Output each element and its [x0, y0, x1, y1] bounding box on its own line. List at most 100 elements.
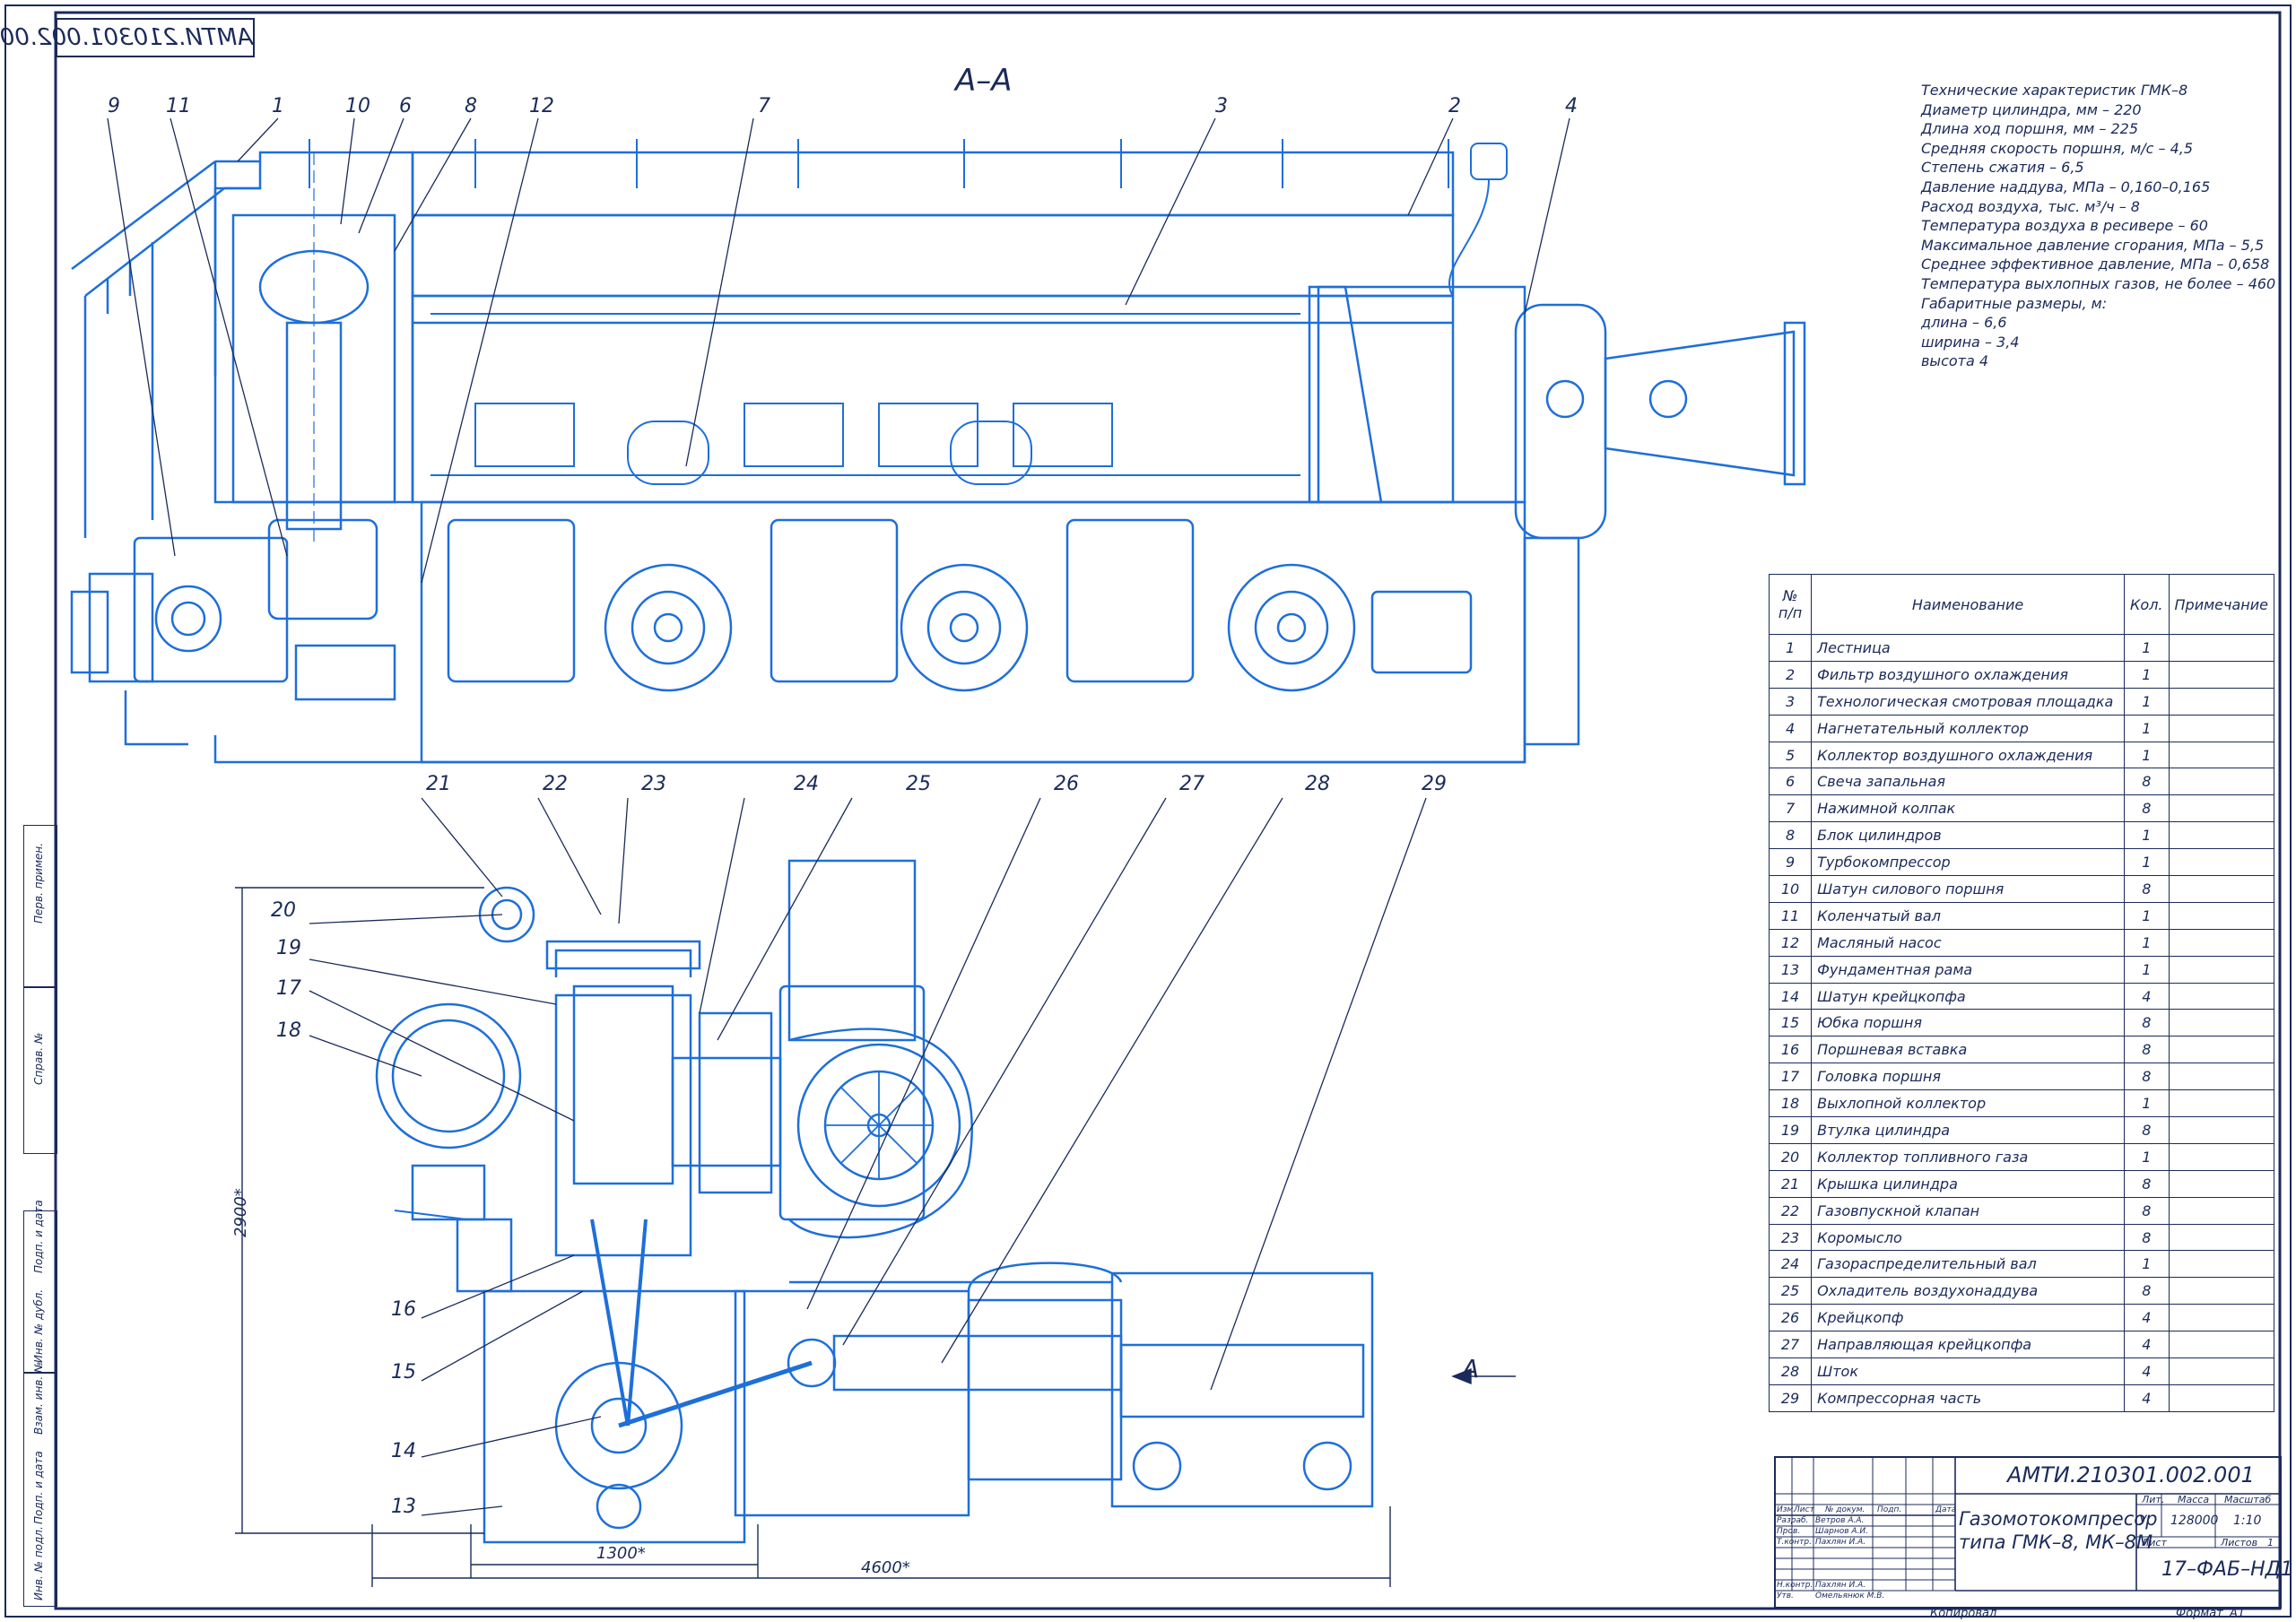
parts-cell-qty: 8 [2124, 875, 2170, 903]
parts-cell-qty: 1 [2124, 901, 2170, 930]
parts-cell-qty: 8 [2124, 1196, 2170, 1225]
spec-line: Диаметр цилиндра, мм – 220 [1921, 100, 2142, 118]
parts-row: 20 Коллектор топливного газа 1 [1768, 1142, 2275, 1171]
parts-cell-num: 13 [1768, 955, 1813, 984]
parts-row: 5 Коллектор воздушного охлаждения 1 [1768, 741, 2275, 769]
callout-27: 27 [1179, 773, 1205, 795]
parts-cell-note [2168, 982, 2275, 1010]
parts-cell-name: Компрессорная часть [1811, 1383, 2126, 1412]
parts-cell-qty: 8 [2124, 1063, 2170, 1091]
callout-3: 3 [1215, 95, 1228, 117]
spec-line: Степень сжатия – 6,5 [1921, 159, 2084, 177]
dim-width-large: 4600* [861, 1558, 910, 1577]
parts-cell-note [2168, 660, 2275, 689]
parts-cell-qty: 8 [2124, 1223, 2170, 1252]
title-block: АМТИ.210301.002.001 Газомотокомпресор ти… [1774, 1456, 2293, 1609]
parts-cell-name: Коленчатый вал [1811, 901, 2126, 930]
parts-cell-num: 7 [1768, 794, 1813, 823]
role-tcontrol: Т.контр. [1777, 1538, 1813, 1547]
parts-cell-name: Коромысло [1811, 1223, 2126, 1252]
callout-1: 1 [272, 95, 284, 117]
parts-cell-num: 12 [1768, 928, 1813, 957]
parts-table-header: № п/п Наименование Кол. Примечание [1768, 574, 2275, 635]
parts-row: 10 Шатун силового поршня 8 [1768, 875, 2275, 903]
parts-cell-name: Шатун крейцкопфа [1811, 982, 2126, 1010]
parts-row: 13 Фундаментная рама 1 [1768, 955, 2275, 984]
parts-cell-num: 16 [1768, 1036, 1813, 1064]
parts-cell-note [2168, 1223, 2275, 1252]
parts-row: 3 Технологическая смотровая площадка 1 [1768, 687, 2275, 716]
parts-row: 22 Газовпускной клапан 8 [1768, 1196, 2275, 1225]
parts-cell-note [2168, 1250, 2275, 1279]
spec-line: Длина ход поршня, мм – 225 [1921, 120, 2139, 138]
role-check: Пров. [1777, 1527, 1801, 1536]
parts-cell-note [2168, 848, 2275, 877]
parts-row: 29 Компрессорная часть 4 [1768, 1383, 2275, 1412]
scale-label: Масштаб [2224, 1494, 2272, 1505]
parts-cell-num: 4 [1768, 714, 1813, 742]
callout-20: 20 [271, 899, 296, 922]
sheets-label: Листов [2221, 1537, 2258, 1548]
crank-throws [447, 518, 1473, 692]
callout-13: 13 [391, 1496, 416, 1518]
spec-line: Температура выхлопных газов, не более – … [1921, 274, 2276, 292]
copied-label: Копировал [1930, 1607, 1997, 1620]
stamp-ref-no: Справ. № [32, 1032, 45, 1085]
parts-cell-qty: 4 [2124, 1304, 2170, 1332]
hdr-izm: Изм. [1777, 1505, 1796, 1514]
parts-cell-name: Охладитель воздухонаддува [1811, 1277, 2126, 1305]
stamp-orig-inv: Инв. № подл. [32, 1526, 45, 1600]
title-code: АМТИ.210301.002.001 [2007, 1462, 2255, 1488]
parts-cell-num: 9 [1768, 848, 1813, 877]
parts-cell-num: 28 [1768, 1357, 1813, 1385]
parts-cell-qty: 1 [2124, 1089, 2170, 1118]
hdr-list: Лист [1794, 1505, 1814, 1514]
title-name-1: Газомотокомпресор [1959, 1508, 2158, 1530]
parts-cell-name: Масляный насос [1811, 928, 2126, 957]
parts-cell-num: 10 [1768, 875, 1813, 903]
parts-cell-name: Шатун силового поршня [1811, 875, 2126, 903]
parts-cell-name: Лестница [1811, 634, 2126, 662]
parts-row: 2 Фильтр воздушного охлаждения 1 [1768, 660, 2275, 689]
parts-cell-note [2168, 1277, 2275, 1305]
parts-cell-note [2168, 1116, 2275, 1144]
parts-cell-qty: 1 [2124, 928, 2170, 957]
title-name-2: типа ГМК–8, МК–8М [1959, 1531, 2153, 1553]
parts-cell-note [2168, 1383, 2275, 1412]
parts-cell-qty: 4 [2124, 1331, 2170, 1359]
callout-16: 16 [391, 1298, 416, 1321]
format-value: А1 [2230, 1607, 2246, 1620]
leader-lines [107, 117, 1570, 1516]
parts-row: 21 Крышка цилиндра 8 [1768, 1169, 2275, 1198]
crankcase [420, 500, 1526, 764]
parts-cell-num: 5 [1768, 741, 1813, 769]
parts-row: 18 Выхлопной коллектор 1 [1768, 1089, 2275, 1118]
parts-cell-name: Поршневая вставка [1811, 1036, 2126, 1064]
spec-line: Температура воздуха в ресивере – 60 [1921, 217, 2208, 235]
parts-cell-qty: 4 [2124, 1383, 2170, 1412]
parts-cell-num: 2 [1768, 660, 1813, 689]
parts-cell-num: 22 [1768, 1196, 1813, 1225]
parts-cell-qty: 1 [2124, 634, 2170, 662]
exhaust-collector-circle [375, 1002, 522, 1149]
parts-cell-qty: 8 [2124, 1116, 2170, 1144]
parts-cell-qty: 4 [2124, 1357, 2170, 1385]
parts-cell-qty: 8 [2124, 768, 2170, 796]
parts-cell-note [2168, 1169, 2275, 1198]
parts-row: 4 Нагнетательный коллектор 1 [1768, 714, 2275, 742]
parts-table: № п/п Наименование Кол. Примечание 1 Лест… [1768, 574, 2275, 1412]
stamp-dup-inv: Инв. № дубл. [32, 1288, 45, 1363]
spec-line: высота 4 [1921, 352, 1989, 370]
parts-cell-name: Блок цилиндров [1811, 821, 2126, 850]
callout-8: 8 [465, 95, 477, 117]
spec-line: Средняя скорость поршня, м/с – 4,5 [1921, 139, 2194, 157]
name-ncontrol: Пахлян И.А. [1815, 1581, 1866, 1590]
parts-cell-num: 21 [1768, 1169, 1813, 1198]
drawing-sheet: АМТИ.210301.002.001 А–А А 2900* 1300* 46… [0, 0, 2296, 1622]
parts-row: 17 Головка поршня 8 [1768, 1063, 2275, 1091]
sheets-value: 1 [2267, 1537, 2274, 1548]
spec-line: Давление наддува, МПа – 0,160–0,165 [1921, 178, 2211, 195]
mass-value: 128000 [2170, 1514, 2219, 1528]
lit-label: Лит. [2142, 1494, 2165, 1505]
parts-cell-qty: 1 [2124, 848, 2170, 877]
